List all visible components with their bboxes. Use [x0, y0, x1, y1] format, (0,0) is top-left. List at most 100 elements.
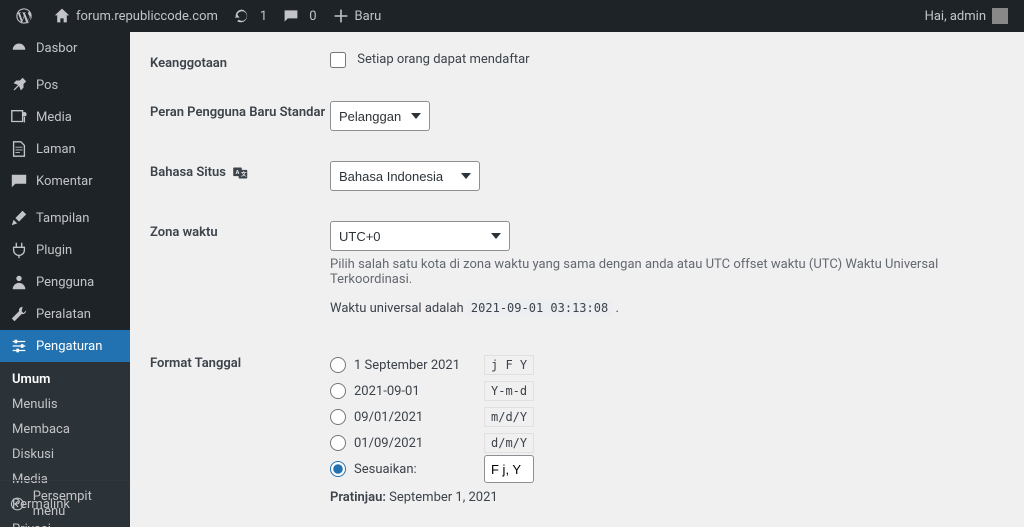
submenu-item[interactable]: Umum — [0, 367, 130, 392]
sidebar-item-comments[interactable]: Komentar — [0, 165, 130, 197]
home-icon — [54, 8, 70, 24]
wp-logo[interactable] — [8, 0, 46, 32]
site-language-label: Bahasa Situs A文 — [150, 161, 330, 180]
avatar — [992, 8, 1008, 24]
date-format-custom-radio[interactable] — [330, 461, 346, 477]
sidebar-item-label: Dasbor — [36, 41, 77, 56]
site-language-row: Bahasa Situs A文 Bahasa Indonesia — [150, 141, 1004, 201]
sidebar-item-label: Pos — [36, 78, 58, 93]
sidebar-item-tools[interactable]: Peralatan — [0, 298, 130, 330]
date-format-radio[interactable] — [330, 435, 346, 451]
timezone-label: Zona waktu — [150, 221, 330, 240]
sidebar-item-label: Komentar — [36, 174, 93, 189]
site-home-link[interactable]: forum.republiccode.com — [46, 0, 226, 32]
membership-row: Keanggotaan Setiap orang dapat mendaftar — [150, 42, 1004, 81]
updates-link[interactable]: 1 — [226, 0, 275, 32]
new-content-link[interactable]: Baru — [325, 0, 390, 32]
date-format-display: 1 September 2021 — [354, 358, 484, 373]
date-format-label: Format Tanggal — [150, 352, 330, 371]
date-format-custom: Sesuaikan: — [330, 456, 1004, 482]
membership-checkbox[interactable] — [330, 52, 346, 68]
date-format-custom-input[interactable] — [484, 455, 534, 483]
date-format-option: 01/09/2021d/m/Y — [330, 430, 1004, 456]
date-format-radio[interactable] — [330, 383, 346, 399]
sidebar-item-label: Peralatan — [36, 307, 91, 322]
membership-label: Keanggotaan — [150, 52, 330, 71]
sidebar-item-plugins[interactable]: Plugin — [0, 234, 130, 266]
site-name: forum.republiccode.com — [76, 9, 218, 24]
submenu-item[interactable]: Diskusi — [0, 442, 130, 467]
date-format-option: 09/01/2021m/d/Y — [330, 404, 1004, 430]
greeting: Hai, admin — [925, 9, 986, 24]
plus-icon — [333, 8, 349, 24]
sidebar-item-posts[interactable]: Pos — [0, 69, 130, 101]
sidebar-item-dashboard[interactable]: Dasbor — [0, 32, 130, 64]
membership-checkbox-label: Setiap orang dapat mendaftar — [357, 52, 529, 67]
submenu-item[interactable]: Membaca — [0, 417, 130, 442]
user-icon — [10, 273, 28, 291]
sidebar-item-media[interactable]: Media — [0, 101, 130, 133]
timezone-row: Zona waktu UTC+0 Pilih salah satu kota d… — [150, 201, 1004, 316]
sidebar-item-label: Tampilan — [36, 211, 89, 226]
updates-count: 1 — [260, 9, 267, 24]
timezone-utc: Waktu universal adalah 2021-09-01 03:13:… — [330, 301, 1004, 316]
timezone-help: Pilih salah satu kota di zona waktu yang… — [330, 257, 1004, 287]
settings-general-page: Keanggotaan Setiap orang dapat mendaftar… — [130, 32, 1024, 527]
translate-icon: A文 — [233, 166, 249, 180]
media-icon — [10, 108, 28, 126]
sidebar-item-label: Media — [36, 110, 72, 125]
comments-count: 0 — [309, 9, 316, 24]
svg-text:A: A — [236, 169, 240, 175]
sidebar-item-pages[interactable]: Laman — [0, 133, 130, 165]
wrench-icon — [10, 305, 28, 323]
date-format-code: d/m/Y — [484, 433, 534, 453]
date-format-option: 1 September 2021j F Y — [330, 352, 1004, 378]
comments-link[interactable]: 0 — [275, 0, 324, 32]
new-label: Baru — [355, 9, 382, 24]
comment-icon — [283, 8, 299, 24]
sliders-icon — [10, 337, 28, 355]
sidebar-item-label: Laman — [36, 142, 76, 157]
sidebar-item-appearance[interactable]: Tampilan — [0, 202, 130, 234]
date-format-display: 2021-09-01 — [354, 384, 484, 399]
collapse-label: Persempit menu — [33, 489, 120, 519]
brush-icon — [10, 209, 28, 227]
pin-icon — [10, 76, 28, 94]
wordpress-icon — [16, 8, 32, 24]
collapse-menu[interactable]: Persempit menu — [0, 480, 130, 527]
date-format-row: Format Tanggal 1 September 2021j F Y2021… — [150, 316, 1004, 515]
sidebar-item-users[interactable]: Pengguna — [0, 266, 130, 298]
time-format-row: Format Waktu 3:13 amg:i a3:13 AMg:i A03:… — [150, 515, 1004, 527]
page-icon — [10, 140, 28, 158]
admin-sidebar: Dasbor Pos Media Laman Komentar Tampilan Plugi… — [0, 32, 130, 527]
sidebar-item-label: Plugin — [36, 243, 72, 258]
date-format-display: 01/09/2021 — [354, 436, 484, 451]
date-format-option: 2021-09-01Y-m-d — [330, 378, 1004, 404]
default-role-row: Peran Pengguna Baru Standar Pelanggan — [150, 81, 1004, 141]
sidebar-item-label: Pengaturan — [36, 339, 102, 354]
dashboard-icon — [10, 39, 28, 57]
date-format-custom-label: Sesuaikan: — [354, 462, 484, 477]
date-format-preview: Pratinjau: September 1, 2021 — [330, 490, 1004, 505]
utc-time-value: 2021-09-01 03:13:08 — [467, 299, 612, 317]
date-format-code: Y-m-d — [484, 381, 534, 401]
date-format-code: j F Y — [484, 355, 534, 375]
submenu-item[interactable]: Menulis — [0, 392, 130, 417]
membership-checkbox-wrap[interactable]: Setiap orang dapat mendaftar — [330, 52, 530, 67]
site-language-select[interactable]: Bahasa Indonesia — [330, 161, 480, 191]
collapse-icon — [10, 496, 25, 512]
date-format-radio[interactable] — [330, 357, 346, 373]
account-link[interactable]: Hai, admin — [917, 0, 1016, 32]
comment-icon — [10, 172, 28, 190]
timezone-select[interactable]: UTC+0 — [330, 221, 510, 251]
sidebar-item-settings[interactable]: Pengaturan — [0, 330, 130, 362]
admin-bar: forum.republiccode.com 1 0 Baru Hai, adm… — [0, 0, 1024, 32]
date-format-display: 09/01/2021 — [354, 410, 484, 425]
sidebar-item-label: Pengguna — [36, 275, 94, 290]
date-format-radio[interactable] — [330, 409, 346, 425]
default-role-label: Peran Pengguna Baru Standar — [150, 101, 330, 120]
date-format-code: m/d/Y — [484, 407, 534, 427]
updates-icon — [234, 8, 250, 24]
default-role-select[interactable]: Pelanggan — [330, 101, 430, 131]
plug-icon — [10, 241, 28, 259]
